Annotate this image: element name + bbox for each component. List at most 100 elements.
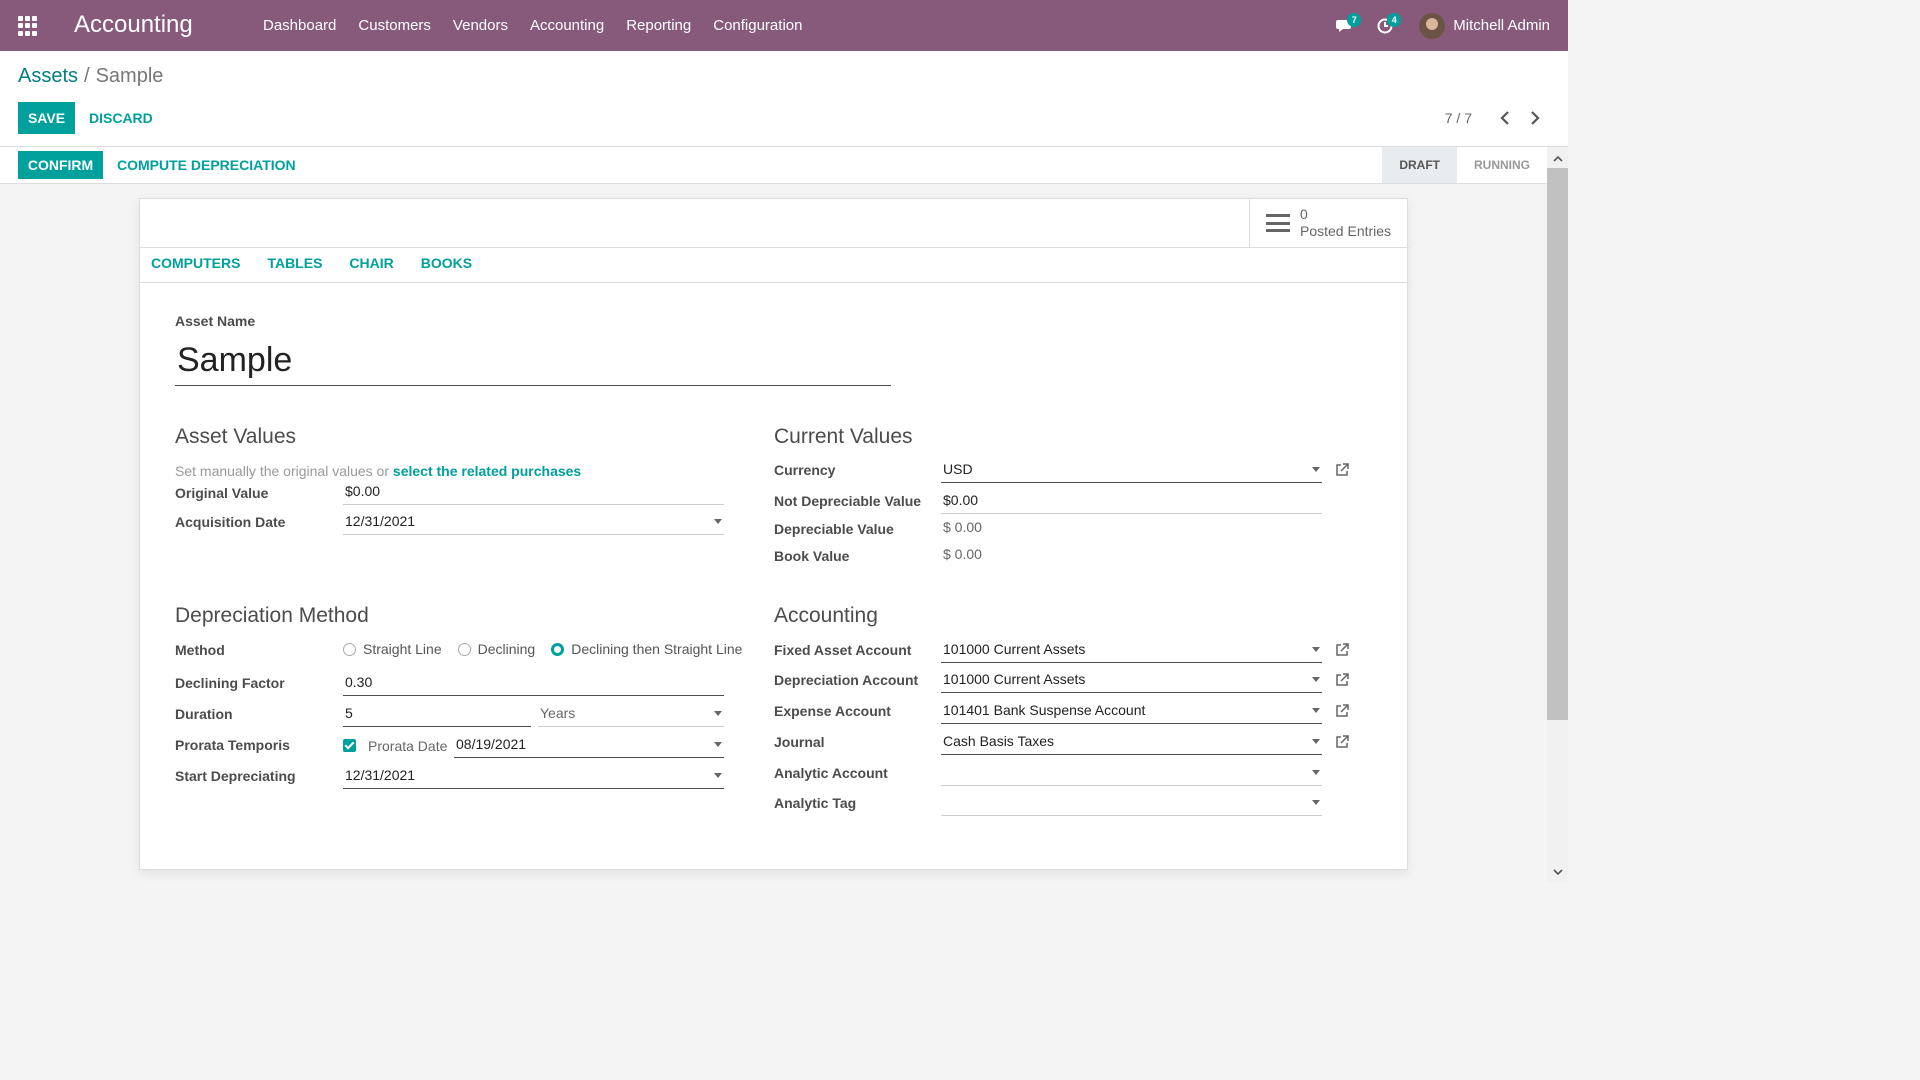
compute-depreciation-button[interactable]: COMPUTE DEPRECIATION bbox=[117, 151, 296, 179]
chevron-down-icon bbox=[1552, 868, 1563, 875]
scroll-down-button[interactable] bbox=[1547, 862, 1568, 882]
radio-declining[interactable]: Declining bbox=[457, 641, 536, 657]
currency-value: USD bbox=[943, 461, 973, 477]
tag-tables[interactable]: TABLES bbox=[267, 255, 322, 271]
asset-model-tags: COMPUTERS TABLES CHAIR BOOKS bbox=[151, 255, 499, 271]
expense-account-label: Expense Account bbox=[774, 703, 891, 719]
fixed-asset-account-value: 101000 Current Assets bbox=[943, 641, 1086, 657]
radio-label: Declining then Straight Line bbox=[571, 641, 743, 657]
breadcrumb-assets[interactable]: Assets bbox=[18, 65, 78, 87]
scroll-up-button[interactable] bbox=[1547, 148, 1568, 168]
menu-accounting[interactable]: Accounting bbox=[519, 0, 615, 51]
posted-entries-button[interactable]: 0 Posted Entries bbox=[1249, 199, 1407, 247]
tag-books[interactable]: BOOKS bbox=[421, 255, 472, 271]
original-value-input[interactable]: $0.00 bbox=[343, 479, 724, 505]
asset-name-input[interactable] bbox=[175, 335, 891, 386]
radio-label: Straight Line bbox=[363, 641, 442, 657]
pager-next-button[interactable] bbox=[1524, 107, 1546, 129]
divider bbox=[140, 247, 1409, 248]
radio-declining-then-straight[interactable]: Declining then Straight Line bbox=[551, 641, 742, 657]
messages-badge: 7 bbox=[1347, 13, 1362, 27]
external-link-icon[interactable] bbox=[1334, 672, 1350, 688]
not-depreciable-input[interactable]: $0.00 bbox=[941, 488, 1322, 514]
app-brand[interactable]: Accounting bbox=[74, 11, 193, 39]
page-scrollbar-thumb[interactable] bbox=[1547, 168, 1568, 720]
radio-label: Declining bbox=[477, 641, 536, 657]
acquisition-date-input[interactable]: 12/31/2021 bbox=[343, 509, 724, 535]
menu-customers[interactable]: Customers bbox=[347, 0, 442, 51]
activities-button[interactable]: 4 bbox=[1365, 0, 1405, 51]
select-purchases-link[interactable]: select the related purchases bbox=[393, 463, 581, 479]
tag-chair[interactable]: CHAIR bbox=[349, 255, 393, 271]
stage-running[interactable]: RUNNING bbox=[1457, 147, 1547, 183]
external-link-icon[interactable] bbox=[1334, 703, 1350, 719]
menu-configuration[interactable]: Configuration bbox=[702, 0, 813, 51]
external-link-icon[interactable] bbox=[1334, 642, 1350, 658]
chevron-right-icon bbox=[1531, 111, 1540, 125]
user-name: Mitchell Admin bbox=[1453, 17, 1550, 34]
analytic-tag-select[interactable] bbox=[941, 790, 1322, 816]
messages-button[interactable]: 7 bbox=[1325, 0, 1365, 51]
pager-previous-button[interactable] bbox=[1494, 107, 1516, 129]
journal-label: Journal bbox=[774, 734, 825, 750]
acquisition-date-value: 12/31/2021 bbox=[345, 513, 416, 529]
user-menu[interactable]: Mitchell Admin bbox=[1405, 0, 1568, 51]
prorata-date-label: Prorata Date bbox=[368, 738, 448, 754]
pager-value[interactable]: 7 / 7 bbox=[1445, 110, 1472, 126]
start-date-value: 12/31/2021 bbox=[345, 767, 416, 783]
depreciation-account-label: Depreciation Account bbox=[774, 672, 919, 688]
current-values-title: Current Values bbox=[774, 425, 913, 448]
analytic-account-label: Analytic Account bbox=[774, 765, 888, 781]
menu-dashboard[interactable]: Dashboard bbox=[252, 0, 347, 51]
radio-circle bbox=[343, 642, 356, 656]
asset-values-hint: Set manually the original values or sele… bbox=[175, 463, 581, 479]
currency-label: Currency bbox=[774, 462, 836, 478]
start-depreciating-input[interactable]: 12/31/2021 bbox=[343, 763, 724, 789]
currency-select[interactable]: USD bbox=[941, 457, 1322, 483]
external-link-icon[interactable] bbox=[1334, 734, 1350, 750]
method-label: Method bbox=[175, 642, 225, 658]
prorata-date-input[interactable]: 08/19/2021 bbox=[454, 732, 724, 758]
depreciation-account-select[interactable]: 101000 Current Assets bbox=[941, 667, 1322, 693]
apps-menu-icon[interactable] bbox=[18, 16, 38, 36]
not-depreciable-label: Not Depreciable Value bbox=[774, 493, 922, 509]
depreciable-value-label: Depreciable Value bbox=[774, 521, 894, 537]
start-depreciating-label: Start Depreciating bbox=[175, 768, 296, 784]
caret-down-icon bbox=[714, 742, 722, 747]
depreciation-account-value: 101000 Current Assets bbox=[943, 671, 1086, 687]
status-stages: DRAFT RUNNING bbox=[1382, 147, 1547, 183]
accounting-title: Accounting bbox=[774, 604, 878, 627]
expense-account-value: 101401 Bank Suspense Account bbox=[943, 702, 1146, 718]
duration-unit-select[interactable]: Years bbox=[538, 701, 724, 727]
original-value-label: Original Value bbox=[175, 485, 269, 501]
prorata-checkbox[interactable] bbox=[343, 739, 356, 752]
stage-draft[interactable]: DRAFT bbox=[1382, 147, 1457, 183]
user-avatar bbox=[1419, 12, 1446, 39]
method-radio-group: Straight Line Declining Declining then S… bbox=[343, 641, 758, 657]
menu-reporting[interactable]: Reporting bbox=[615, 0, 702, 51]
breadcrumb: Assets / Sample bbox=[18, 65, 163, 88]
confirm-button[interactable]: CONFIRM bbox=[18, 151, 103, 179]
radio-straight-line[interactable]: Straight Line bbox=[343, 641, 442, 657]
acquisition-date-label: Acquisition Date bbox=[175, 514, 286, 530]
journal-select[interactable]: Cash Basis Taxes bbox=[941, 729, 1322, 755]
breadcrumb-current: Sample bbox=[95, 65, 164, 87]
hint-text: Set manually the original values or bbox=[175, 463, 390, 479]
duration-label: Duration bbox=[175, 706, 233, 722]
save-button[interactable]: SAVE bbox=[18, 102, 75, 134]
form-statusbar: CONFIRM COMPUTE DEPRECIATION DRAFT RUNNI… bbox=[0, 147, 1547, 184]
external-link-icon[interactable] bbox=[1334, 462, 1350, 478]
book-value: $ 0.00 bbox=[943, 546, 982, 562]
fixed-asset-account-select[interactable]: 101000 Current Assets bbox=[941, 637, 1322, 663]
analytic-account-select[interactable] bbox=[941, 760, 1322, 786]
declining-factor-input[interactable]: 0.30 bbox=[343, 670, 724, 696]
discard-button[interactable]: DISCARD bbox=[89, 102, 153, 134]
posted-entries-count: 0 bbox=[1300, 206, 1308, 222]
expense-account-select[interactable]: 101401 Bank Suspense Account bbox=[941, 698, 1322, 724]
caret-down-icon bbox=[714, 519, 722, 524]
caret-down-icon bbox=[1312, 677, 1320, 682]
caret-down-icon bbox=[1312, 770, 1320, 775]
tag-computers[interactable]: COMPUTERS bbox=[151, 255, 240, 271]
duration-input[interactable]: 5 bbox=[343, 701, 531, 727]
menu-vendors[interactable]: Vendors bbox=[442, 0, 519, 51]
